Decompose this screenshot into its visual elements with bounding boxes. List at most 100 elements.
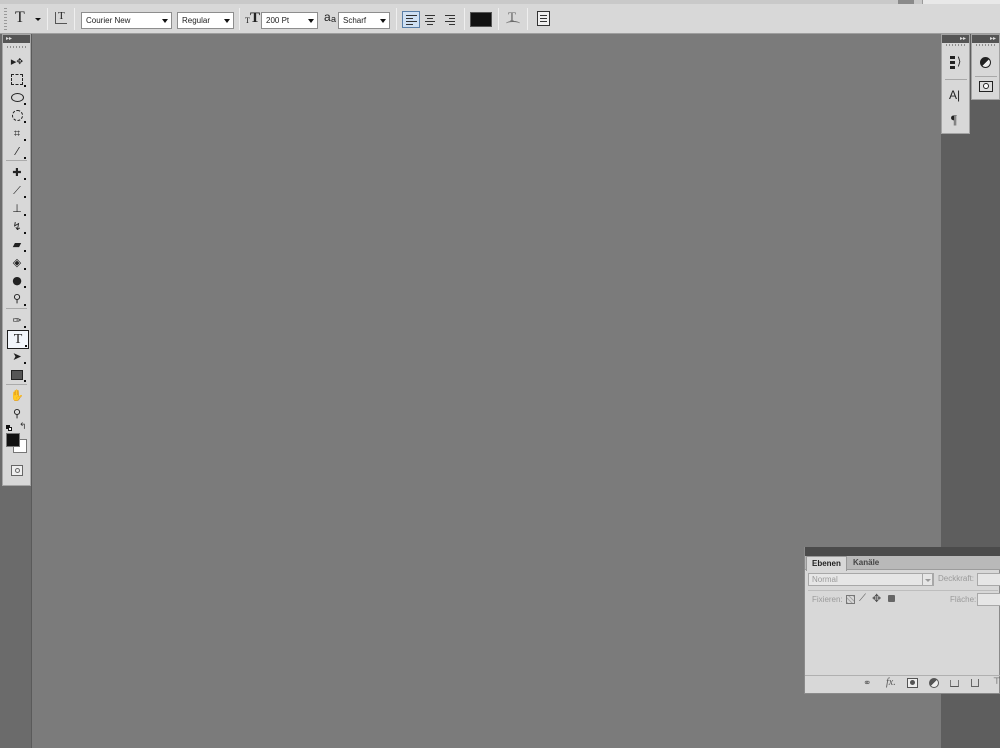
dock-column-2: ▸▸ (971, 34, 1000, 100)
default-colors-icon[interactable] (6, 425, 12, 431)
dodge-tool-icon[interactable]: ⚲ (7, 290, 27, 307)
font-style-value: Regular (182, 16, 211, 25)
layers-panel-header[interactable] (805, 547, 1000, 556)
layers-panel: Ebenen Kanäle Normal Deckkraft: Fixieren… (804, 547, 1000, 694)
lock-transparent-pixels-icon[interactable] (846, 595, 855, 604)
type-tool-icon: T (15, 9, 25, 26)
quick-mask-icon[interactable] (11, 465, 23, 476)
new-layer-icon[interactable] (971, 679, 979, 687)
eyedropper-tool-icon[interactable]: ⁄ (7, 143, 27, 160)
lasso-tool-icon[interactable] (7, 89, 27, 106)
fill-label: Fläche: (950, 595, 977, 604)
blend-mode-dropdown-button[interactable] (922, 573, 933, 586)
quick-selection-tool-icon[interactable] (7, 107, 27, 124)
tools-panel: ▸▸ ▸ ✥ ⌗ ⁄ ✚ ⟋ ⊥ ↯ ▰ ◈ ● ⚲ ✑ T ➤ ✋ ⚲ ↰ (2, 34, 31, 486)
hand-tool-icon[interactable]: ✋ (7, 387, 27, 404)
chevron-down-icon (224, 19, 230, 23)
lock-image-pixels-icon[interactable]: ⟋ (859, 593, 866, 604)
chevron-down-icon (925, 579, 931, 582)
marquee-tool-icon[interactable] (7, 71, 27, 88)
align-center-button[interactable] (421, 11, 439, 28)
character-panel-icon[interactable]: A| (949, 88, 960, 102)
foreground-color-swatch[interactable] (6, 433, 20, 447)
layers-tab-bar: Ebenen Kanäle (805, 556, 1000, 571)
separator (527, 8, 528, 30)
dock-header[interactable]: ▸▸ (972, 35, 999, 43)
blur-tool-icon[interactable]: ● (7, 272, 27, 289)
type-tool-icon[interactable]: T (7, 330, 29, 349)
font-family-value: Courier New (86, 16, 131, 25)
font-family-select[interactable]: Courier New (81, 12, 172, 29)
separator (239, 8, 240, 30)
delete-layer-icon[interactable]: ⊤ (993, 677, 1000, 687)
layer-style-icon[interactable]: fx. (886, 677, 896, 688)
new-adjustment-layer-icon[interactable] (929, 678, 939, 688)
options-bar: T T Courier New Regular T T 200 Pt a a S… (0, 4, 1000, 34)
separator (498, 8, 499, 30)
pen-tool-icon[interactable]: ✑ (7, 312, 27, 329)
chevron-down-icon (162, 19, 168, 23)
dock-header[interactable]: ▸▸ (942, 35, 969, 43)
lock-all-icon[interactable] (888, 595, 895, 602)
adjustments-panel-icon[interactable] (980, 57, 991, 68)
font-style-select[interactable]: Regular (177, 12, 234, 29)
dock-grip[interactable] (946, 44, 965, 46)
chevron-down-icon (308, 19, 314, 23)
chevron-down-icon (35, 18, 41, 21)
lock-position-icon[interactable]: ✥ (872, 592, 881, 605)
tools-divider (6, 384, 27, 385)
clone-stamp-tool-icon[interactable]: ⊥ (7, 200, 27, 217)
crop-tool-icon[interactable]: ⌗ (7, 125, 27, 142)
font-size-icon: T T (245, 10, 261, 26)
lock-label: Fixieren: (812, 595, 843, 604)
align-right-button[interactable] (441, 11, 459, 28)
align-left-button[interactable] (402, 11, 420, 28)
zoom-tool-icon[interactable]: ⚲ (7, 405, 27, 422)
tab-ebenen[interactable]: Ebenen (806, 556, 847, 571)
paragraph-panel-icon[interactable]: ¶ (951, 112, 957, 128)
antialias-select[interactable]: Scharf (338, 12, 390, 29)
rectangle-tool-icon[interactable] (7, 366, 27, 383)
text-color-swatch[interactable] (470, 12, 492, 27)
layers-list[interactable] (805, 609, 1000, 675)
history-panel-icon[interactable]: ⟩ (949, 55, 963, 71)
font-size-value: 200 Pt (266, 16, 290, 25)
healing-brush-tool-icon[interactable]: ✚ (7, 164, 27, 181)
tool-preset-picker[interactable]: T (12, 9, 44, 29)
link-layers-icon[interactable]: ⚭ (863, 678, 871, 689)
options-grip[interactable] (4, 8, 7, 30)
tools-panel-header[interactable]: ▸▸ (3, 35, 30, 43)
history-brush-tool-icon[interactable]: ↯ (7, 218, 27, 235)
brush-tool-icon[interactable]: ⟋ (7, 182, 27, 199)
text-color-fill (471, 13, 491, 26)
dock-column-1: ▸▸ ⟩ A| ¶ (941, 34, 970, 134)
fill-input[interactable] (977, 593, 1000, 606)
path-selection-tool-icon[interactable]: ➤ (7, 348, 27, 365)
new-group-icon[interactable] (950, 680, 959, 687)
tools-divider (6, 308, 27, 309)
blend-mode-select[interactable]: Normal (808, 573, 934, 586)
eraser-tool-icon[interactable]: ▰ (7, 236, 27, 253)
swap-colors-icon[interactable]: ↰ (19, 422, 27, 432)
divider (808, 590, 998, 591)
tools-grip[interactable] (7, 46, 26, 48)
font-size-select[interactable]: 200 Pt (261, 12, 318, 29)
separator (396, 8, 397, 30)
text-orientation-icon[interactable]: T (54, 10, 70, 28)
antialias-icon: a a (324, 10, 337, 24)
move-tool-icon[interactable]: ▸ ✥ (7, 53, 27, 70)
paint-bucket-tool-icon[interactable]: ◈ (7, 254, 27, 271)
opacity-label: Deckkraft: (938, 574, 975, 583)
masks-panel-icon[interactable] (979, 81, 993, 92)
character-paragraph-panel-icon[interactable] (537, 11, 550, 26)
separator (464, 8, 465, 30)
dock-grip[interactable] (976, 44, 995, 46)
opacity-input[interactable] (977, 573, 1000, 586)
separator (47, 8, 48, 30)
antialias-value: Scharf (343, 16, 367, 25)
layers-footer-divider (805, 675, 1000, 676)
add-mask-icon[interactable] (907, 678, 918, 688)
tools-divider (6, 160, 27, 161)
warp-text-icon[interactable]: T (504, 9, 522, 28)
tab-kanaele[interactable]: Kanäle (848, 556, 884, 570)
